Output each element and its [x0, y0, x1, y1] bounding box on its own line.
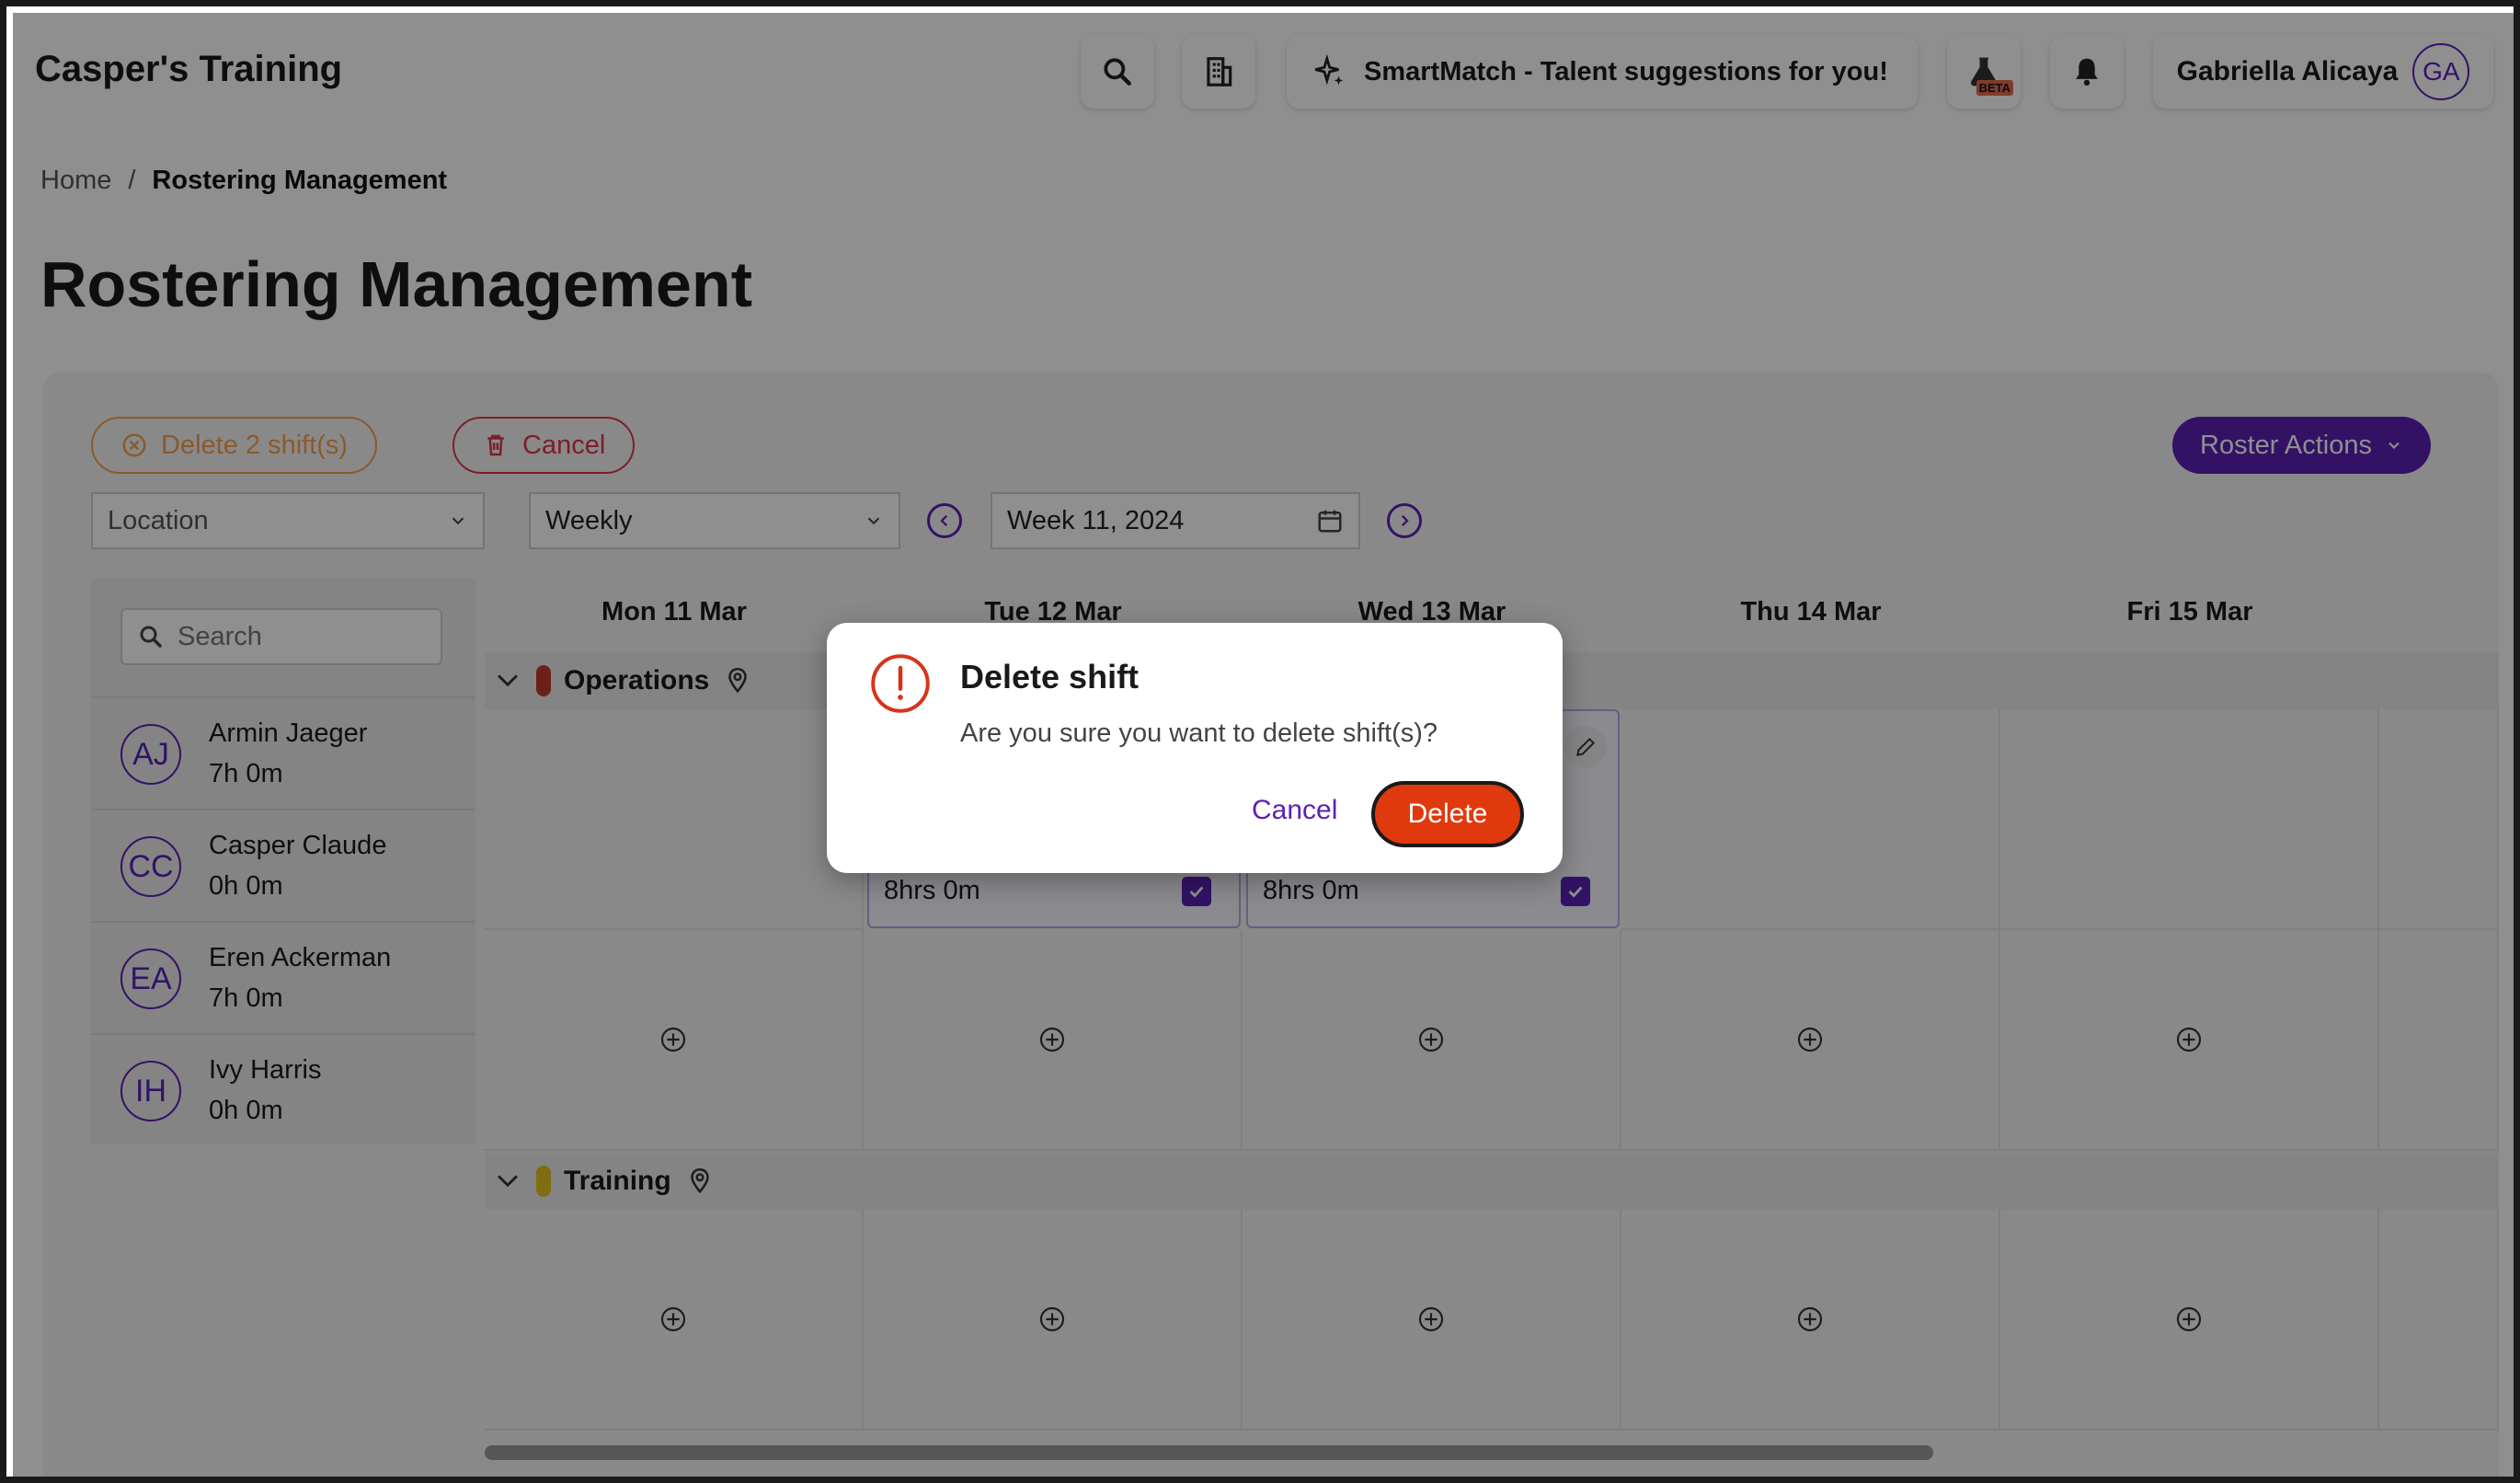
- app-window: Casper's Training SmartMatch - Talent su…: [0, 0, 2520, 1483]
- dialog-title: Delete shift: [960, 658, 1140, 696]
- dialog-message: Are you sure you want to delete shift(s)…: [960, 719, 1438, 748]
- delete-button[interactable]: Delete: [1371, 781, 1524, 847]
- delete-shift-dialog: Delete shift Are you sure you want to de…: [827, 623, 1563, 873]
- warning-circle-icon: [871, 654, 930, 713]
- cancel-button[interactable]: Cancel: [1243, 781, 1346, 840]
